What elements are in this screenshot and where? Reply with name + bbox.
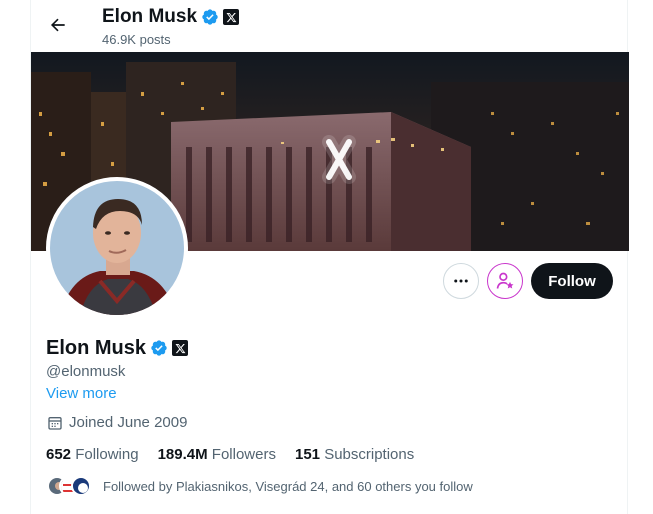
avatar-image — [50, 181, 184, 315]
verified-badge-icon[interactable] — [150, 339, 168, 357]
x-affiliate-badge-icon[interactable] — [223, 9, 240, 25]
ellipsis-icon — [454, 279, 468, 283]
header-name: Elon Musk — [102, 6, 198, 27]
profile-name: Elon Musk — [46, 337, 147, 359]
more-options-button[interactable] — [443, 263, 479, 299]
joined-date: Joined June 2009 — [47, 414, 187, 431]
subscriptions-label: Subscriptions — [324, 446, 415, 463]
profile-handle: @elonmusk — [46, 363, 126, 380]
following-count: 652 — [46, 446, 72, 463]
avatar[interactable] — [46, 177, 188, 319]
following-stat[interactable]: 652 Following — [46, 446, 139, 463]
profile-column: Elon Musk 46.9K posts Follow Elon Musk @… — [30, 0, 629, 514]
subscriptions-count: 151 — [294, 446, 321, 463]
subscriptions-stat[interactable]: 151 Subscriptions — [295, 446, 414, 463]
back-button[interactable] — [43, 10, 73, 40]
calendar-icon — [48, 416, 62, 430]
verified-badge-icon[interactable] — [201, 8, 219, 26]
subscribe-button[interactable] — [487, 263, 523, 299]
header-title: Elon Musk — [102, 6, 240, 28]
followers-stat[interactable]: 189.4M Followers — [158, 446, 276, 463]
follower-avatar — [71, 476, 91, 496]
following-label: Following — [75, 446, 139, 463]
profile-header: Elon Musk 46.9K posts — [31, 0, 629, 52]
joined-text: Joined June 2009 — [69, 414, 188, 431]
profile-stats: 652 Following 189.4M Followers 151 Subsc… — [46, 446, 414, 463]
follow-button[interactable]: Follow — [531, 263, 613, 299]
followers-count: 189.4M — [157, 446, 208, 463]
followed-by-row[interactable]: Followed by Plakiasnikos, Visegrád 24, a… — [47, 476, 473, 496]
view-more-link[interactable]: View more — [46, 385, 117, 402]
profile-name-row: Elon Musk — [46, 336, 189, 360]
followers-label: Followers — [211, 446, 276, 463]
user-star-icon — [496, 272, 514, 289]
header-post-count: 46.9K posts — [102, 32, 171, 47]
arrow-left-icon — [50, 18, 65, 32]
x-affiliate-badge-icon[interactable] — [172, 340, 189, 356]
followed-by-text: Followed by Plakiasnikos, Visegrád 24, a… — [103, 478, 473, 494]
